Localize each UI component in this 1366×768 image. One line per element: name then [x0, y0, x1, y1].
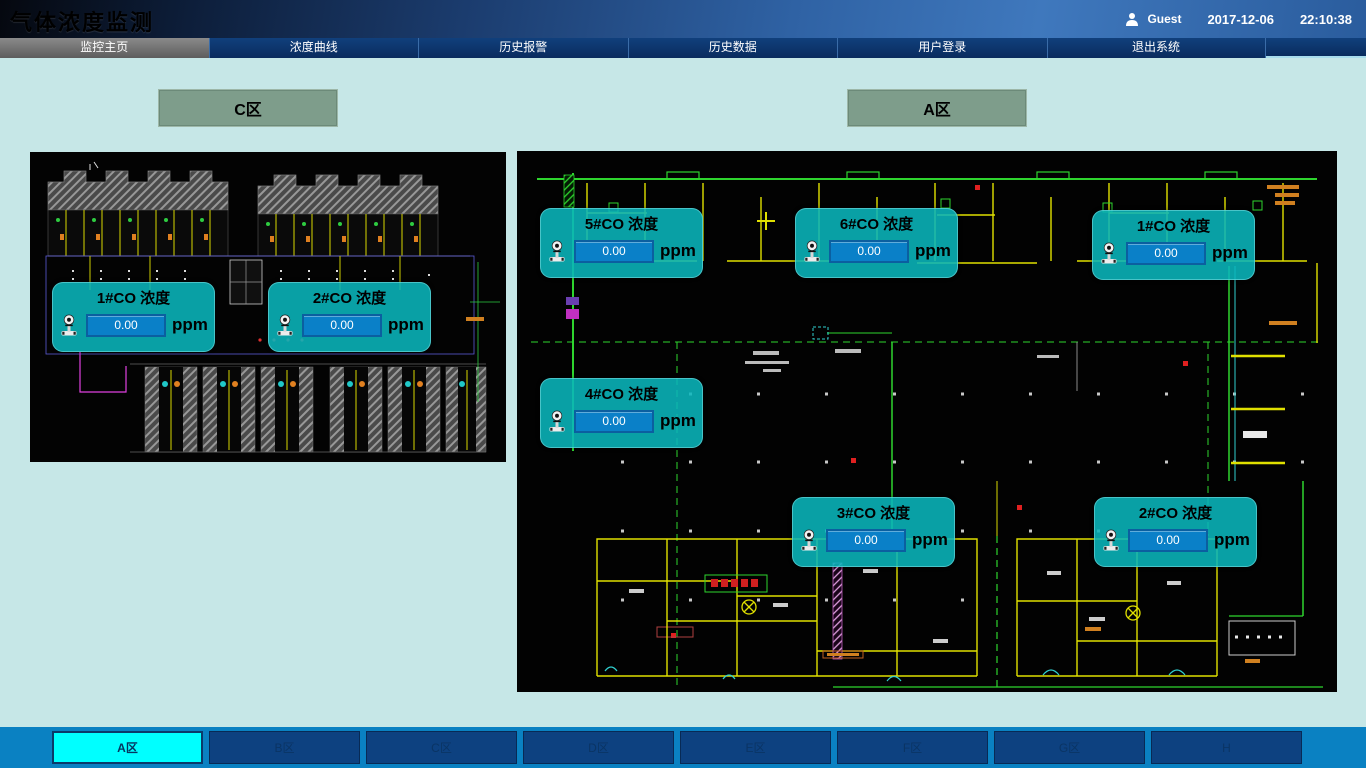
sensor-card-c-2co: 2#CO 浓度 0.00 ppm [268, 282, 431, 352]
sensor-card-a-6co: 6#CO 浓度 0.00 ppm [795, 208, 958, 278]
sensor-title: 2#CO 浓度 [1094, 497, 1257, 523]
unit-label: ppm [1214, 530, 1250, 550]
tab-history-alarm[interactable]: 历史报警 [419, 38, 629, 58]
sensor-card-a-3co: 3#CO 浓度 0.00 ppm [792, 497, 955, 567]
header-date: 2017-12-06 [1207, 12, 1274, 27]
unit-label: ppm [1212, 243, 1248, 263]
sensor-title: 3#CO 浓度 [792, 497, 955, 523]
sensor-value: 0.00 [1128, 529, 1208, 552]
gas-detector-icon [1102, 527, 1120, 553]
tab-history-data[interactable]: 历史数据 [629, 38, 839, 58]
user-chip: Guest [1125, 12, 1181, 26]
unit-label: ppm [912, 530, 948, 550]
sensor-title: 6#CO 浓度 [795, 208, 958, 234]
sensor-card-a-5co: 5#CO 浓度 0.00 ppm [540, 208, 703, 278]
sensor-value: 0.00 [1126, 242, 1206, 265]
sensor-value: 0.00 [829, 240, 909, 263]
user-icon [1125, 12, 1139, 26]
header-status-area: Guest 2017-12-06 22:10:38 [1125, 0, 1352, 38]
zone-tab-e[interactable]: E区 [680, 731, 831, 764]
user-name: Guest [1147, 12, 1181, 26]
sensor-title: 1#CO 浓度 [52, 282, 215, 308]
gas-detector-icon [60, 312, 78, 338]
sensor-card-a-1co: 1#CO 浓度 0.00 ppm [1092, 210, 1255, 280]
tab-user-login[interactable]: 用户登录 [838, 38, 1048, 58]
zone-tab-d[interactable]: D区 [523, 731, 674, 764]
tab-exit-system[interactable]: 退出系统 [1048, 38, 1266, 58]
main-nav: 监控主页 浓度曲线 历史报警 历史数据 用户登录 退出系统 [0, 38, 1366, 58]
zone-header-a[interactable]: A区 [847, 89, 1027, 127]
sensor-card-c-1co: 1#CO 浓度 0.00 ppm [52, 282, 215, 352]
zone-tab-g[interactable]: G区 [994, 731, 1145, 764]
tab-concentration-curve[interactable]: 浓度曲线 [210, 38, 420, 58]
sensor-title: 2#CO 浓度 [268, 282, 431, 308]
sensor-card-a-2co: 2#CO 浓度 0.00 ppm [1094, 497, 1257, 567]
nav-filler [1266, 38, 1366, 56]
gas-detector-icon [548, 238, 566, 264]
unit-label: ppm [915, 241, 951, 261]
gas-detector-icon [1100, 240, 1118, 266]
title-bar: 气体浓度监测 Guest 2017-12-06 22:10:38 [0, 0, 1366, 38]
zone-tab-f[interactable]: F区 [837, 731, 988, 764]
gas-detector-icon [276, 312, 294, 338]
zone-header-c[interactable]: C区 [158, 89, 338, 127]
sensor-card-a-4co: 4#CO 浓度 0.00 ppm [540, 378, 703, 448]
tab-monitor-home[interactable]: 监控主页 [0, 38, 210, 58]
zone-tab-a[interactable]: A区 [52, 731, 203, 764]
unit-label: ppm [660, 241, 696, 261]
sensor-title: 5#CO 浓度 [540, 208, 703, 234]
header-time: 22:10:38 [1300, 12, 1352, 27]
zone-selector-bar: A区 B区 C区 D区 E区 F区 G区 H [0, 727, 1366, 768]
unit-label: ppm [660, 411, 696, 431]
sensor-value: 0.00 [86, 314, 166, 337]
sensor-title: 4#CO 浓度 [540, 378, 703, 404]
sensor-value: 0.00 [574, 240, 654, 263]
app-title: 气体浓度监测 [10, 5, 154, 37]
sensor-title: 1#CO 浓度 [1092, 210, 1255, 236]
sensor-value: 0.00 [826, 529, 906, 552]
zone-tab-c[interactable]: C区 [366, 731, 517, 764]
gas-detector-icon [803, 238, 821, 264]
gas-detector-icon [548, 408, 566, 434]
unit-label: ppm [172, 315, 208, 335]
sensor-value: 0.00 [574, 410, 654, 433]
zone-tab-h[interactable]: H [1151, 731, 1302, 764]
gas-detector-icon [800, 527, 818, 553]
unit-label: ppm [388, 315, 424, 335]
sensor-value: 0.00 [302, 314, 382, 337]
zone-tab-b[interactable]: B区 [209, 731, 360, 764]
